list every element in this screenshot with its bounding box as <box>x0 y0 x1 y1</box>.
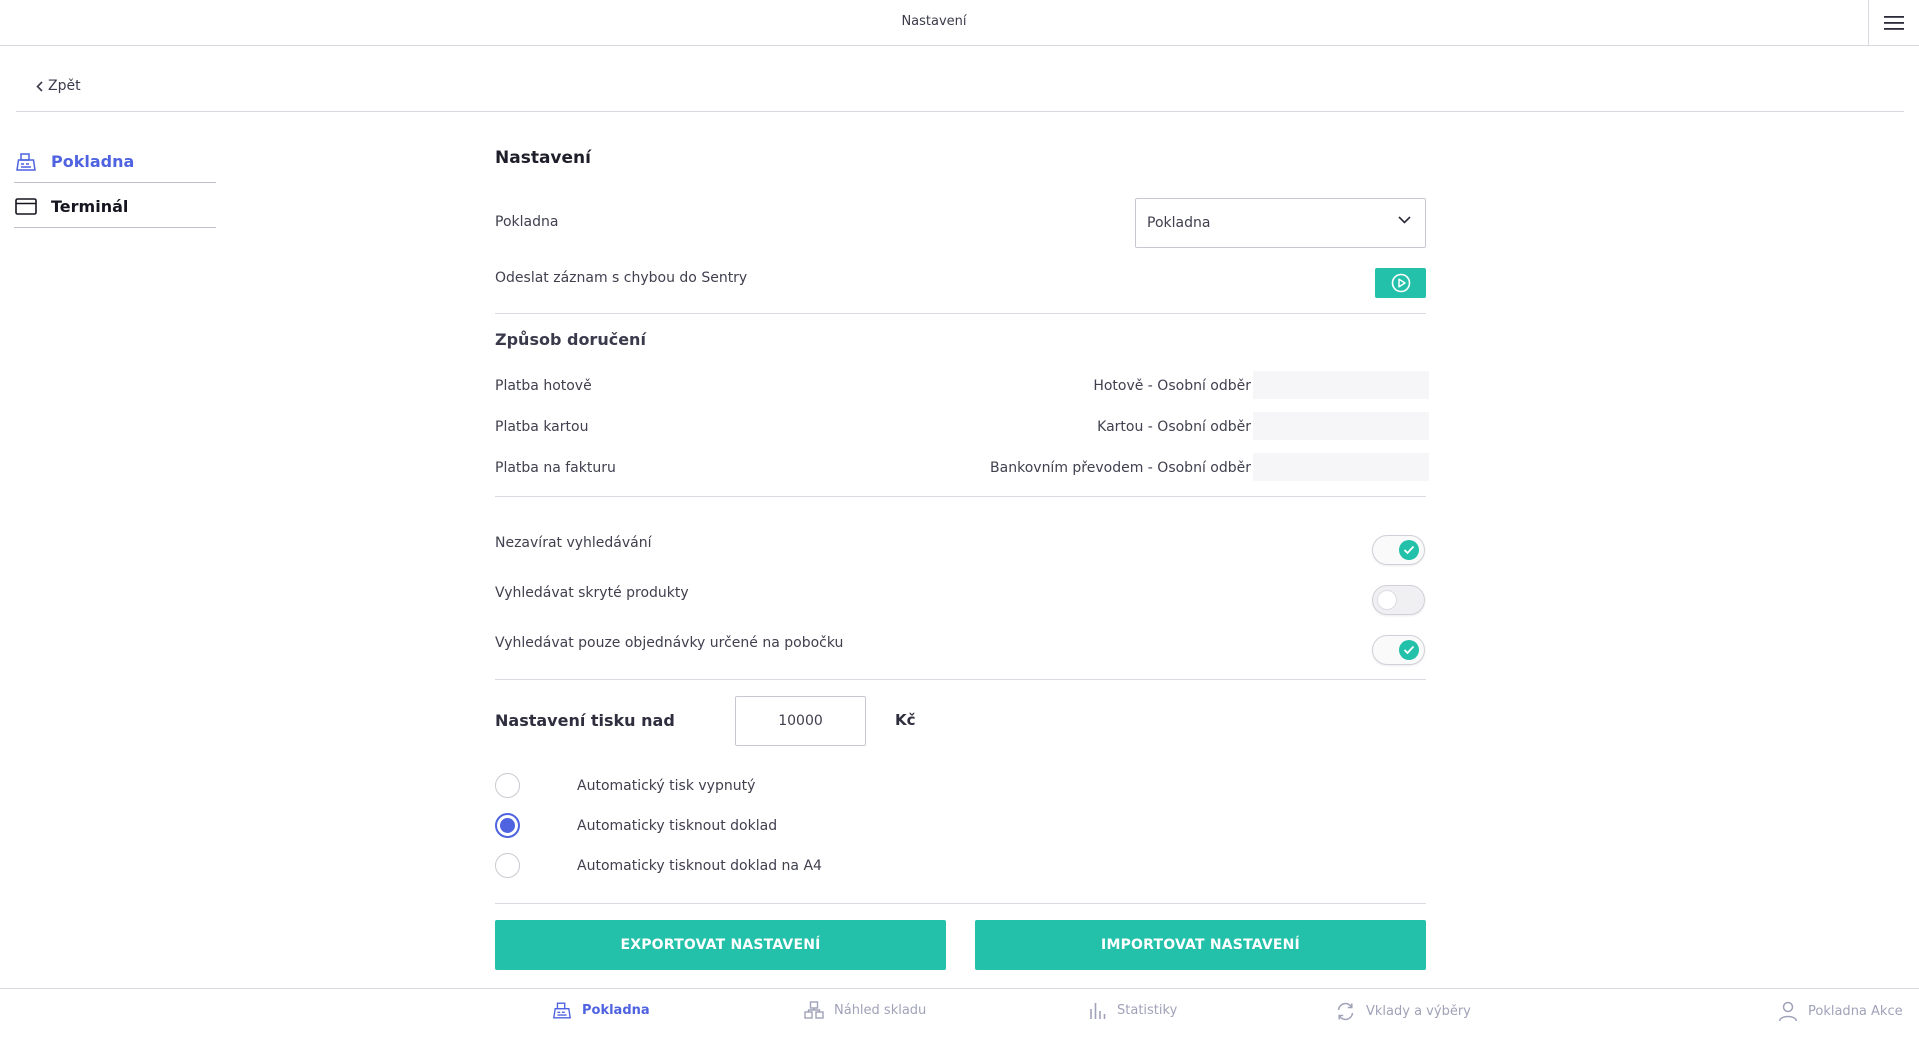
chevron-down-icon <box>1398 216 1411 224</box>
delivery-value: Kartou - Osobní odběr <box>1097 419 1251 435</box>
delivery-label: Platba kartou <box>495 419 589 435</box>
register-label: Pokladna <box>495 214 559 230</box>
divider <box>495 496 1426 497</box>
cash-register-icon <box>16 152 36 171</box>
sidebar-item-label: Pokladna <box>51 152 135 171</box>
delivery-field[interactable] <box>1253 371 1429 399</box>
toggle-switch[interactable] <box>1372 585 1425 615</box>
register-select-value: Pokladna <box>1147 215 1211 231</box>
print-threshold-label: Nastavení tisku nad <box>495 711 675 730</box>
import-settings-button[interactable]: IMPORTOVAT NASTAVENÍ <box>975 920 1426 970</box>
refresh-icon <box>1337 1002 1354 1021</box>
divider <box>495 679 1426 680</box>
play-circle-icon <box>1391 273 1410 293</box>
nav-item-deposits[interactable]: Vklady a výběry <box>1335 1001 1471 1022</box>
print-option-receipt[interactable]: Automaticky tisknout doklad <box>495 811 1095 839</box>
toggle-switch[interactable] <box>1372 635 1425 665</box>
chevron-left-icon <box>36 80 43 92</box>
card-icon <box>15 198 37 215</box>
toggle-label: Vyhledávat skryté produkty <box>495 585 689 601</box>
radio-button[interactable] <box>495 813 520 838</box>
divider <box>16 111 1904 112</box>
toggle-knob <box>1377 590 1397 610</box>
nav-item-label: Pokladna Akce <box>1808 1004 1903 1019</box>
radio-label: Automatický tisk vypnutý <box>577 778 756 794</box>
divider <box>495 313 1426 314</box>
menu-button[interactable] <box>1868 0 1919 46</box>
back-link[interactable]: Zpět <box>36 78 81 94</box>
nav-item-label: Statistiky <box>1117 1003 1178 1018</box>
hamburger-icon <box>1884 16 1904 30</box>
radio-label: Automaticky tisknout doklad na A4 <box>577 858 822 874</box>
cash-register-icon <box>553 1002 571 1019</box>
nav-item-warehouse[interactable]: Náhled skladu <box>804 1001 926 1020</box>
page-title: Nastavení <box>901 14 967 29</box>
toggle-switch[interactable] <box>1372 535 1425 565</box>
radio-button[interactable] <box>495 773 520 798</box>
divider <box>495 903 1426 904</box>
bar-chart-icon <box>1090 1003 1106 1019</box>
print-option-off[interactable]: Automatický tisk vypnutý <box>495 771 1095 799</box>
print-threshold-unit: Kč <box>895 711 916 729</box>
print-option-a4[interactable]: Automaticky tisknout doklad na A4 <box>495 851 1095 879</box>
back-label: Zpět <box>48 78 81 94</box>
radio-label: Automaticky tisknout doklad <box>577 818 778 834</box>
print-threshold-input[interactable] <box>735 696 866 746</box>
delivery-label: Platba hotově <box>495 378 592 394</box>
nav-item-account[interactable]: Pokladna Akce <box>1778 1001 1903 1022</box>
toggle-label: Vyhledávat pouze objednávky určené na po… <box>495 635 844 651</box>
register-select[interactable]: Pokladna <box>1135 198 1426 248</box>
toggle-label: Nezavírat vyhledávání <box>495 535 652 551</box>
check-icon <box>1399 640 1419 660</box>
export-settings-button[interactable]: EXPORTOVAT NASTAVENÍ <box>495 920 946 970</box>
nav-item-pokladna[interactable]: Pokladna <box>552 1001 650 1020</box>
sidebar-item-terminal[interactable]: Terminál <box>14 186 216 228</box>
sidebar-item-pokladna[interactable]: Pokladna <box>14 141 216 183</box>
sidebar-item-label: Terminál <box>51 197 129 216</box>
send-sentry-button[interactable] <box>1375 268 1426 298</box>
user-icon <box>1778 1001 1798 1022</box>
settings-title: Nastavení <box>495 148 591 168</box>
top-bar: Nastavení <box>0 0 1919 46</box>
radio-button[interactable] <box>495 853 520 878</box>
sidebar: Pokladna Terminál <box>14 141 216 228</box>
delivery-label: Platba na fakturu <box>495 460 616 476</box>
bottom-nav: Pokladna Náhled skladu Statistiky Vklady… <box>0 988 1919 1037</box>
nav-item-label: Náhled skladu <box>834 1003 927 1018</box>
delivery-field[interactable] <box>1253 412 1429 440</box>
delivery-value: Bankovním převodem - Osobní odběr <box>990 460 1251 476</box>
sentry-label: Odeslat záznam s chybou do Sentry <box>495 270 748 286</box>
nav-item-label: Pokladna <box>582 1003 650 1018</box>
warehouse-icon <box>804 1001 824 1019</box>
delivery-field[interactable] <box>1253 453 1429 481</box>
delivery-value: Hotově - Osobní odběr <box>1093 378 1251 394</box>
nav-item-statistics[interactable]: Statistiky <box>1089 1001 1177 1020</box>
check-icon <box>1399 540 1419 560</box>
delivery-title: Způsob doručení <box>495 330 646 349</box>
nav-item-label: Vklady a výběry <box>1366 1004 1471 1019</box>
